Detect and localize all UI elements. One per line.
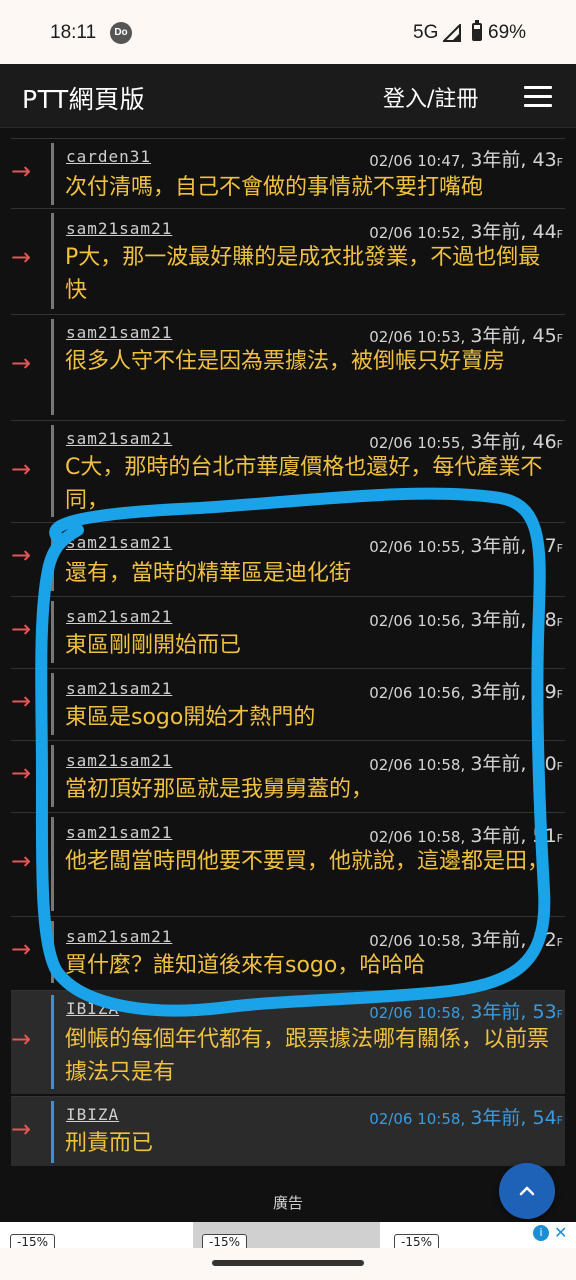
quote-bar — [51, 601, 54, 663]
arrow-icon: → — [11, 847, 32, 875]
quote-bar — [51, 143, 54, 205]
comment-row: → sam21sam21 02/06 10:58, 3年前, 52F 買什麼？誰… — [11, 916, 565, 988]
comment-text: 他老闆當時問他要不要買，他就說，這邊都是田， — [65, 849, 550, 874]
ad-label: 廣告 — [272, 1194, 303, 1212]
top-navbar: PTT網頁版 登入/註冊 — [0, 64, 576, 128]
comment-meta: 02/06 10:58, 3年前, 51F — [369, 825, 563, 847]
comment-text: 還有，當時的精華區是迪化街 — [65, 561, 352, 586]
comment-user[interactable]: sam21sam21 — [66, 323, 172, 342]
comment-user[interactable]: sam21sam21 — [66, 533, 172, 552]
login-register-link[interactable]: 登入/註冊 — [383, 81, 478, 113]
comment-meta: 02/06 10:56, 3年前, 49F — [369, 681, 563, 703]
ad-banner[interactable]: -15% -15% -15% i ✕ — [0, 1222, 576, 1250]
comment-user[interactable]: sam21sam21 — [66, 219, 172, 238]
comment-user[interactable]: sam21sam21 — [66, 927, 172, 946]
info-icon[interactable]: i — [533, 1225, 549, 1241]
site-title[interactable]: PTT網頁版 — [22, 80, 145, 116]
arrow-icon: → — [11, 541, 32, 569]
comment-meta: 02/06 10:55, 3年前, 47F — [369, 535, 563, 557]
comment-text: 很多人守不住是因為票據法，被倒帳只好賣房 — [65, 349, 506, 374]
quote-bar — [51, 817, 54, 911]
scroll-to-top-icon[interactable] — [499, 1163, 555, 1219]
comment-text: 刑責而已 — [65, 1131, 154, 1156]
arrow-icon: → — [11, 935, 32, 963]
app-notification-icon: Do — [110, 22, 132, 44]
comment-row: → sam21sam21 02/06 10:55, 3年前, 46F C大，那時… — [11, 420, 565, 522]
comment-row: → sam21sam21 02/06 10:53, 3年前, 45F 很多人守不… — [11, 314, 565, 420]
comment-text: 買什麼？誰知道後來有sogo，哈哈哈 — [65, 953, 426, 978]
quote-bar — [51, 1101, 54, 1163]
quote-bar — [51, 673, 54, 735]
comment-meta: 02/06 10:47, 3年前, 43F — [369, 149, 563, 171]
comment-user[interactable]: carden31 — [66, 147, 151, 166]
arrow-icon: → — [11, 759, 32, 787]
comment-list: → carden31 02/06 10:47, 3年前, 43F 次付清嗎，自己… — [0, 130, 576, 1170]
comment-row: → sam21sam21 02/06 10:52, 3年前, 44F P大，那一… — [11, 208, 565, 314]
comment-row: → sam21sam21 02/06 10:55, 3年前, 47F 還有，當時… — [11, 522, 565, 596]
comment-meta: 02/06 10:58, 3年前, 54F — [369, 1107, 563, 1129]
arrow-icon: → — [11, 455, 32, 483]
comment-user[interactable]: sam21sam21 — [66, 823, 172, 842]
close-icon[interactable]: ✕ — [554, 1223, 567, 1242]
network-type: 5G — [413, 22, 439, 43]
quote-bar — [51, 319, 54, 415]
arrow-icon: → — [11, 1115, 32, 1143]
arrow-icon: → — [11, 157, 32, 185]
comment-meta: 02/06 10:58, 3年前, 53F — [369, 1001, 563, 1023]
quote-bar — [51, 527, 54, 591]
arrow-icon: → — [11, 349, 32, 377]
comment-text: 次付清嗎，自己不會做的事情就不要打嘴砲 — [65, 175, 484, 200]
comment-meta: 02/06 10:56, 3年前, 48F — [369, 609, 563, 631]
comment-row: → sam21sam21 02/06 10:56, 3年前, 48F 東區剛剛開… — [11, 596, 565, 668]
comment-text: 東區是sogo開始才熱門的 — [65, 705, 316, 730]
status-bar: 18:11 Do 5G 69% — [0, 0, 576, 64]
comment-user[interactable]: IBIZA — [66, 999, 119, 1018]
home-indicator[interactable] — [212, 1260, 364, 1266]
arrow-icon: → — [11, 615, 32, 643]
comment-user[interactable]: IBIZA — [66, 1105, 119, 1124]
comment-text: 倒帳的每個年代都有，跟票據法哪有關係，以前票據法只是有 — [65, 1027, 550, 1085]
author-comment-row: → IBIZA 02/06 10:58, 3年前, 53F 倒帳的每個年代都有，… — [11, 990, 565, 1094]
arrow-icon: → — [11, 243, 32, 271]
battery-percent: 69% — [488, 22, 527, 43]
comment-user[interactable]: sam21sam21 — [66, 751, 172, 770]
comment-user[interactable]: sam21sam21 — [66, 607, 172, 626]
comment-row: → carden31 02/06 10:47, 3年前, 43F 次付清嗎，自己… — [11, 138, 565, 208]
battery-icon — [472, 20, 482, 41]
comment-row: → sam21sam21 02/06 10:58, 3年前, 50F 當初頂好那… — [11, 740, 565, 812]
comment-meta: 02/06 10:55, 3年前, 46F — [369, 431, 563, 453]
gesture-bar — [0, 1248, 576, 1280]
comment-meta: 02/06 10:53, 3年前, 45F — [369, 325, 563, 347]
quote-bar — [51, 213, 54, 309]
quote-bar — [51, 995, 54, 1089]
quote-bar — [51, 745, 54, 807]
hamburger-menu-icon[interactable] — [524, 86, 552, 108]
comment-text: 當初頂好那區就是我舅舅蓋的， — [65, 777, 374, 802]
quote-bar — [51, 921, 54, 983]
comment-meta: 02/06 10:52, 3年前, 44F — [369, 221, 563, 243]
comment-text: P大，那一波最好賺的是成衣批發業，不過也倒最快 — [65, 245, 541, 303]
comment-row: → sam21sam21 02/06 10:56, 3年前, 49F 東區是so… — [11, 668, 565, 740]
arrow-icon: → — [11, 687, 32, 715]
comment-user[interactable]: sam21sam21 — [66, 679, 172, 698]
comment-meta: 02/06 10:58, 3年前, 50F — [369, 753, 563, 775]
comment-row: → sam21sam21 02/06 10:58, 3年前, 51F 他老闆當時… — [11, 812, 565, 916]
signal-icon — [443, 24, 461, 42]
quote-bar — [51, 425, 54, 517]
comment-meta: 02/06 10:58, 3年前, 52F — [369, 929, 563, 951]
comment-text: C大，那時的台北市華廈價格也還好，每代產業不同， — [65, 455, 543, 513]
comment-text: 東區剛剛開始而已 — [65, 633, 242, 658]
comment-user[interactable]: sam21sam21 — [66, 429, 172, 448]
arrow-icon: → — [11, 1025, 32, 1053]
clock: 18:11 — [50, 22, 97, 43]
author-comment-row: → IBIZA 02/06 10:58, 3年前, 54F 刑責而已 — [11, 1096, 565, 1166]
